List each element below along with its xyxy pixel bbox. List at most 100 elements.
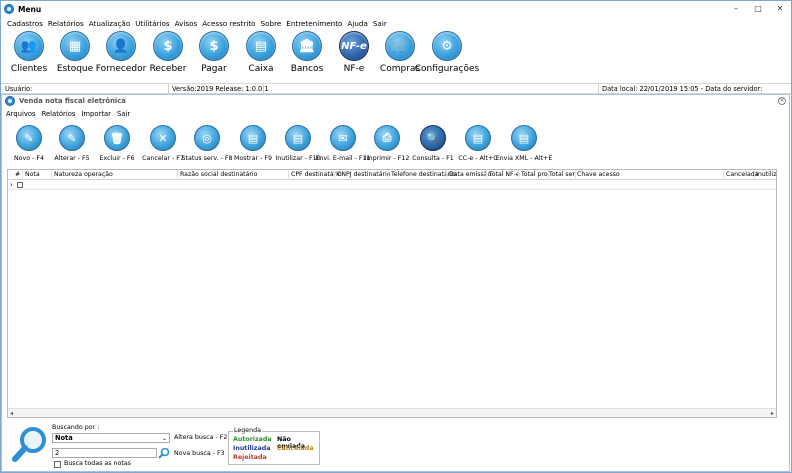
status-separator	[598, 84, 599, 94]
menu-sobre[interactable]: Sobre	[261, 19, 282, 28]
status-versao: Versão:2019 Release: 1.0.0.1	[172, 85, 269, 93]
nfe-label: NF-e	[343, 64, 365, 74]
col-cnpj[interactable]: CNPJ destinatário	[337, 171, 391, 178]
excluir-label: Excluir - F6	[99, 155, 135, 162]
col-razao-social[interactable]: Razão social destinatário	[180, 171, 257, 178]
status-separator	[263, 84, 264, 94]
main-titlebar: Menu – □ ✕	[1, 1, 791, 17]
row-checkbox[interactable]	[17, 182, 23, 188]
clientes-label: Clientes	[10, 64, 48, 74]
col-data-emissao[interactable]: Data emissão	[449, 171, 491, 178]
menu-cadastros[interactable]: Cadastros	[7, 19, 43, 28]
menu-atualizacao[interactable]: Atualização	[89, 19, 131, 28]
settings-gear-icon: ⚙	[432, 31, 462, 61]
bancos-label: Bancos	[290, 64, 324, 74]
search-icon[interactable]	[158, 447, 170, 459]
configuracoes-label: Configurações	[414, 64, 480, 74]
nfe-button[interactable]: NF-e NF-e	[329, 31, 379, 74]
close-icon[interactable]: ×	[778, 97, 786, 105]
altera-busca-hint: Altera busca - F2	[174, 434, 228, 441]
col-total-prod[interactable]: Total prod	[521, 171, 548, 178]
receber-label: Receber	[149, 64, 187, 74]
menu-utilitarios[interactable]: Utilitários	[135, 19, 169, 28]
cce-label: CC-e - Alt+C	[458, 155, 498, 162]
caixa-label: Caixa	[248, 64, 274, 74]
legend-cancelada: Cancelada	[277, 445, 314, 452]
pagar-label: Pagar	[201, 64, 227, 74]
col-divider	[518, 170, 519, 180]
busca-todas-checkbox[interactable]	[54, 461, 61, 468]
receive-money-icon: $	[153, 31, 183, 61]
notas-grid[interactable]: # Nota Natureza operação Razão social de…	[7, 169, 777, 418]
app-logo-icon	[4, 4, 14, 14]
main-window-title: Menu	[18, 4, 42, 14]
server-status-icon: ◎	[194, 125, 220, 151]
search-field-select[interactable]: Nota ⌄	[52, 433, 170, 443]
clientes-button[interactable]: 👥 Clientes	[4, 31, 54, 74]
col-divider	[334, 170, 335, 180]
menu-sair[interactable]: Sair	[117, 110, 130, 118]
nfe-titlebar: Venda nota fiscal eletrônica ×	[2, 95, 789, 107]
edit-document-icon: ✎	[59, 125, 85, 151]
col-nota[interactable]: Nota	[25, 171, 40, 178]
col-total-serv[interactable]: Total serv	[549, 171, 576, 178]
col-natureza[interactable]: Natureza operação	[54, 171, 113, 178]
chevron-down-icon: ⌄	[161, 435, 167, 442]
menu-avisos[interactable]: Avisos	[175, 19, 198, 28]
col-chave-acesso[interactable]: Chave acesso	[577, 171, 620, 178]
menu-arquivos[interactable]: Arquivos	[6, 110, 36, 118]
alterar-label: Alterar - F5	[54, 155, 90, 162]
search-field-value: Nota	[55, 434, 73, 442]
horizontal-scrollbar[interactable]: ◂ ▸	[8, 408, 776, 417]
maximize-icon[interactable]: □	[753, 4, 763, 13]
col-divider	[288, 170, 289, 180]
menu-entretenimento[interactable]: Entretenimento	[286, 19, 342, 28]
bank-icon: 🏛	[292, 31, 322, 61]
buscando-label: Buscando por :	[52, 424, 100, 431]
col-inutilizada[interactable]: Inutilizad	[756, 171, 777, 178]
legend-inutilizada: Inutilizada	[233, 445, 271, 452]
menu-importar[interactable]: Importar	[81, 110, 111, 118]
legend-title: Legenda	[233, 427, 262, 434]
menu-relatorios[interactable]: Relatórios	[48, 19, 84, 28]
menu-sair[interactable]: Sair	[373, 19, 387, 28]
status-usuario: Usuário:	[5, 85, 33, 93]
nova-busca-hint: Nova busca - F3	[174, 450, 225, 457]
status-bar: Usuário: Versão:2019 Release: 1.0.0.1 Da…	[1, 83, 791, 101]
pay-money-icon: $	[199, 31, 229, 61]
col-total-nfe[interactable]: Total NF-e	[489, 171, 520, 178]
fornecedor-button[interactable]: 👤 Fornecedor	[96, 31, 146, 74]
menu-relatorios[interactable]: Relatórios	[42, 110, 76, 118]
configuracoes-button[interactable]: ⚙ Configurações	[415, 31, 479, 74]
close-icon[interactable]: ✕	[775, 4, 785, 13]
menu-ajuda[interactable]: Ajuda	[347, 19, 367, 28]
supplier-icon: 👤	[106, 31, 136, 61]
window-controls: – □ ✕	[731, 4, 785, 13]
estoque-label: Estoque	[56, 64, 94, 74]
cancel-icon: ✕	[150, 125, 176, 151]
nfe-icon: NF-e	[339, 31, 369, 61]
main-menubar: Cadastros Relatórios Atualização Utilitá…	[1, 17, 791, 29]
stock-icon: ▦	[60, 31, 90, 61]
estoque-button[interactable]: ▦ Estoque	[50, 31, 100, 74]
col-divider	[388, 170, 389, 180]
envia-xml-button[interactable]: ▤ Envia XML - Alt+E	[494, 125, 554, 162]
pagar-button[interactable]: $ Pagar	[189, 31, 239, 74]
search-input[interactable]: 2	[52, 448, 157, 458]
minimize-icon[interactable]: –	[731, 4, 741, 13]
search-large-icon	[12, 427, 46, 462]
receber-button[interactable]: $ Receber	[143, 31, 193, 74]
legend-autorizada: Autorizada	[233, 436, 272, 443]
menu-acesso-restrito[interactable]: Acesso restrito	[202, 19, 255, 28]
col-divider	[754, 170, 755, 180]
col-divider	[575, 170, 576, 180]
scroll-right-icon[interactable]: ▸	[771, 410, 774, 417]
table-row[interactable]: ›	[8, 180, 776, 190]
nfe-menubar: Arquivos Relatórios Importar Sair	[2, 109, 789, 119]
show-document-icon: ▤	[240, 125, 266, 151]
bancos-button[interactable]: 🏛 Bancos	[282, 31, 332, 74]
col-index[interactable]: #	[15, 171, 20, 178]
scroll-left-icon[interactable]: ◂	[10, 410, 13, 417]
nfe-toolbar: ✎ Novo - F4 ✎ Alterar - F5 🗑 Excluir - F…	[2, 125, 789, 165]
caixa-button[interactable]: ▤ Caixa	[236, 31, 286, 74]
